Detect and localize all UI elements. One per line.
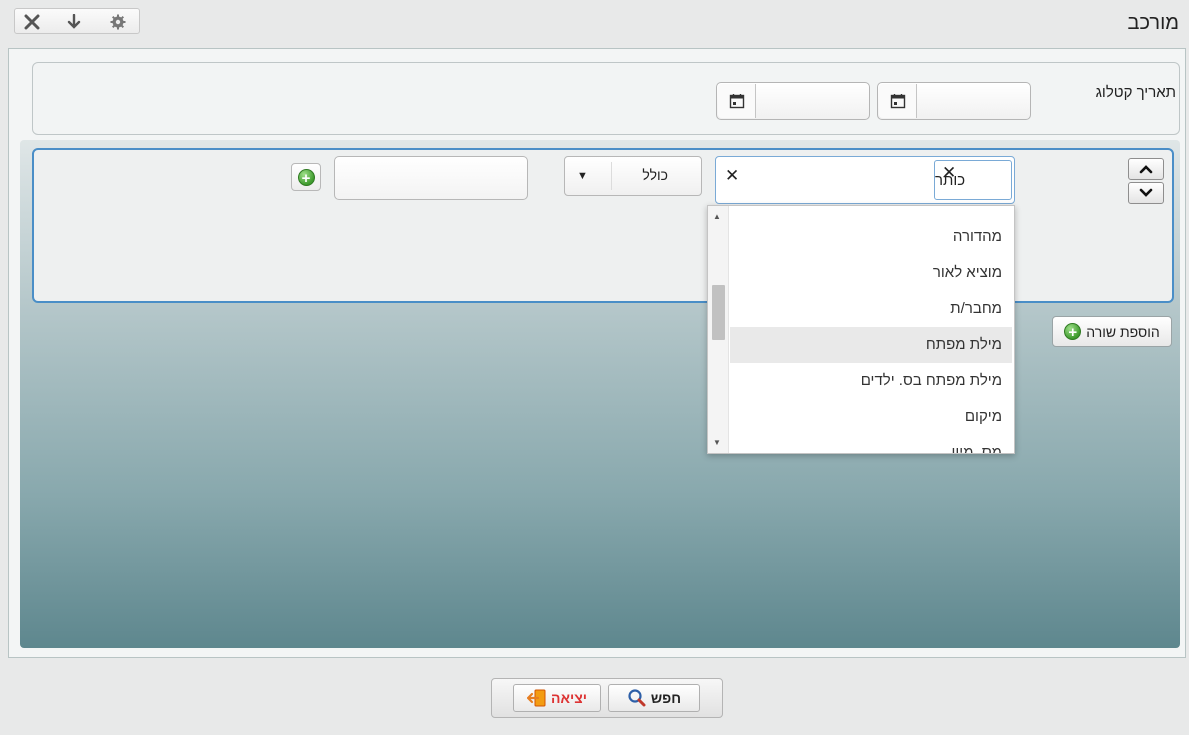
- bottom-button-bar: חפש יציאה: [491, 678, 723, 718]
- close-icon[interactable]: [17, 11, 47, 33]
- dropdown-option[interactable]: מס. מיון: [730, 435, 1012, 453]
- operator-value: כולל: [642, 167, 668, 183]
- calendar-icon[interactable]: [718, 84, 756, 118]
- download-icon[interactable]: [59, 11, 89, 33]
- exit-icon: [527, 689, 546, 707]
- catalog-date-from[interactable]: [877, 82, 1031, 120]
- scrollbar-thumb[interactable]: [712, 285, 725, 340]
- row-reorder-controls: [1128, 158, 1164, 206]
- plus-icon: +: [297, 168, 315, 187]
- dropdown-option[interactable]: מילת מפתח בס. ילדים: [730, 363, 1012, 399]
- dropdown-option-highlighted[interactable]: מילת מפתח: [730, 327, 1012, 363]
- dropdown-option[interactable]: מיקום: [730, 399, 1012, 435]
- clear-selection-icon[interactable]: ✕: [725, 166, 739, 186]
- window-title: מורכב: [1127, 12, 1179, 34]
- plus-icon: +: [1064, 323, 1082, 341]
- select-divider: [611, 162, 612, 190]
- selected-field-chip: כותר ✕: [934, 160, 1012, 200]
- dropdown-option[interactable]: מוציא לאור: [730, 255, 1012, 291]
- scrollbar[interactable]: ▲ ▼: [708, 206, 729, 453]
- exit-button-label: יציאה: [551, 690, 587, 706]
- search-icon: [628, 689, 646, 707]
- window-toolbar: [14, 8, 140, 34]
- dropdown-option[interactable]: מחבר/ת: [730, 291, 1012, 327]
- scroll-down-icon[interactable]: ▼: [713, 438, 721, 447]
- field-multiselect[interactable]: כותר ✕ ✕: [715, 156, 1015, 204]
- field-dropdown-list: ▲ ▼ מהדורה מוציא לאור מחבר/ת מילת מפתח מ…: [707, 205, 1015, 454]
- move-up-button[interactable]: [1128, 158, 1164, 180]
- add-condition-button[interactable]: +: [291, 163, 321, 191]
- dropdown-option[interactable]: מהדורה: [730, 219, 1012, 255]
- catalog-date-label: תאריך קטלוג: [1095, 84, 1176, 101]
- remove-chip-icon[interactable]: ✕: [942, 163, 956, 183]
- chevron-down-icon[interactable]: ▼: [577, 170, 588, 182]
- exit-button[interactable]: יציאה: [513, 684, 601, 712]
- move-down-button[interactable]: [1128, 182, 1164, 204]
- add-row-button[interactable]: הוספת שורה +: [1052, 316, 1172, 347]
- operator-select[interactable]: כולל ▼: [564, 156, 702, 196]
- search-button[interactable]: חפש: [608, 684, 700, 712]
- gear-icon[interactable]: [103, 11, 133, 33]
- calendar-icon[interactable]: [879, 84, 917, 118]
- catalog-date-to[interactable]: [716, 82, 870, 120]
- dropdown-options: מהדורה מוציא לאור מחבר/ת מילת מפתח מילת …: [730, 219, 1012, 453]
- condition-value-input[interactable]: [334, 156, 528, 200]
- scroll-up-icon[interactable]: ▲: [713, 212, 721, 221]
- add-row-label: הוספת שורה: [1086, 323, 1160, 340]
- search-button-label: חפש: [650, 690, 682, 706]
